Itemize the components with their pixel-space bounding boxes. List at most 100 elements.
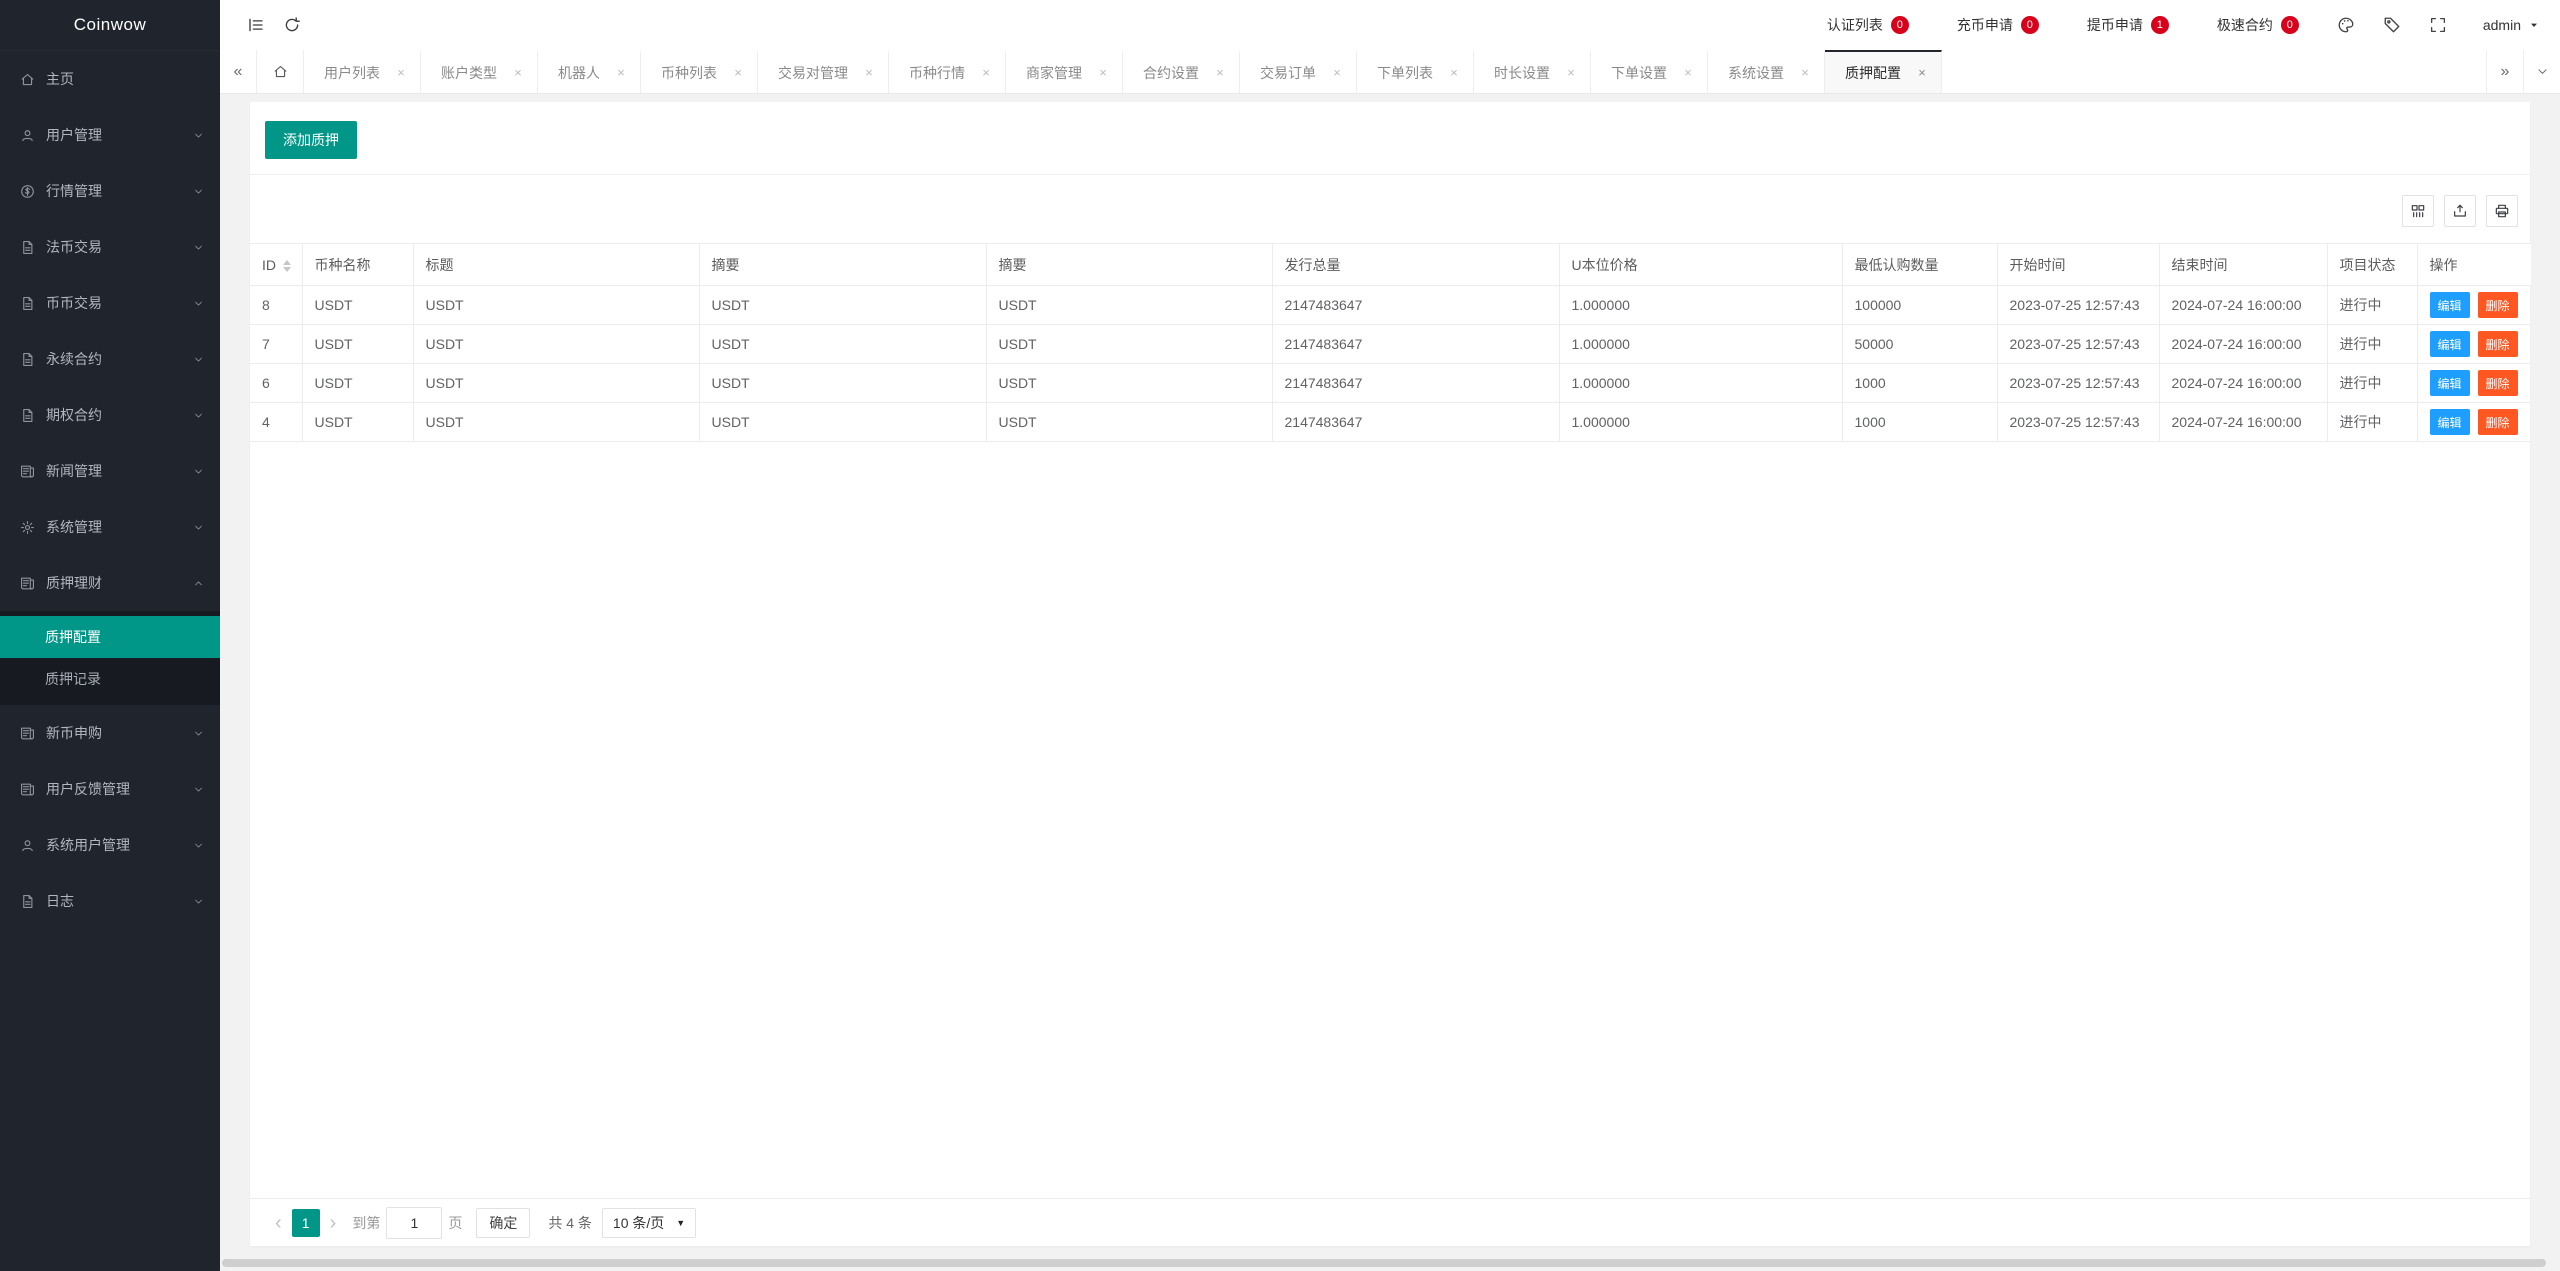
sidebar-item-11[interactable]: 用户反馈管理 xyxy=(0,761,220,817)
sidebar-subitem-0[interactable]: 质押配置 xyxy=(0,616,220,658)
prev-page-button[interactable]: ‹ xyxy=(265,1213,292,1233)
file-icon xyxy=(20,352,35,367)
sidebar-item-13[interactable]: 日志 xyxy=(0,873,220,929)
tag-icon[interactable] xyxy=(2369,0,2415,50)
sidebar-item-1[interactable]: 用户管理 xyxy=(0,107,220,163)
export-button[interactable] xyxy=(2444,195,2476,227)
collapse-menu-icon[interactable] xyxy=(238,0,274,50)
tab-label: 下单列表 xyxy=(1377,64,1433,81)
tabs-menu-button[interactable] xyxy=(2523,50,2560,93)
sidebar-subitem-1[interactable]: 质押记录 xyxy=(0,658,220,700)
sidebar-item-label: 永续合约 xyxy=(46,351,102,367)
cell-5: 2147483647 xyxy=(1271,363,1560,403)
sidebar-item-8[interactable]: 系统管理 xyxy=(0,499,220,555)
delete-button[interactable]: 删除 xyxy=(2477,370,2518,396)
chevron-down-icon xyxy=(193,298,204,309)
tab-6[interactable]: 商家管理 × xyxy=(1006,50,1123,93)
edit-button[interactable]: 编辑 xyxy=(2429,409,2470,435)
refresh-icon[interactable] xyxy=(274,0,310,50)
close-icon[interactable]: × xyxy=(1796,65,1814,80)
tab-7[interactable]: 合约设置 × xyxy=(1123,50,1240,93)
sort-icon[interactable] xyxy=(283,259,291,272)
delete-button[interactable]: 删除 xyxy=(2477,292,2518,318)
tab-5[interactable]: 币种行情 × xyxy=(889,50,1006,93)
close-icon[interactable]: × xyxy=(1679,65,1697,80)
sidebar-item-7[interactable]: 新闻管理 xyxy=(0,443,220,499)
tabs-scroll-right-button[interactable]: » xyxy=(2486,50,2523,93)
goto-confirm-button[interactable]: 确定 xyxy=(476,1207,531,1238)
sidebar-item-10[interactable]: 新币申购 xyxy=(0,705,220,761)
goto-page-input[interactable] xyxy=(386,1206,443,1239)
sidebar-item-12[interactable]: 系统用户管理 xyxy=(0,817,220,873)
close-icon[interactable]: × xyxy=(1094,65,1112,80)
cell-3: USDT xyxy=(698,363,987,403)
topbar-shortcut-0[interactable]: 认证列表 0 xyxy=(1803,0,1933,50)
close-icon[interactable]: × xyxy=(509,65,527,80)
close-icon[interactable]: × xyxy=(860,65,878,80)
tab-1[interactable]: 账户类型 × xyxy=(421,50,538,93)
close-icon[interactable]: × xyxy=(977,65,995,80)
page-size-select[interactable]: 10 条/页 ▼ xyxy=(601,1207,697,1238)
chevron-down-icon xyxy=(193,410,204,421)
current-page-button[interactable]: 1 xyxy=(291,1208,320,1237)
tab-2[interactable]: 机器人 × xyxy=(538,50,641,93)
sidebar-item-label: 新币申购 xyxy=(46,725,102,741)
delete-button[interactable]: 删除 xyxy=(2477,409,2518,435)
next-page-button[interactable]: › xyxy=(320,1213,347,1233)
tab-4[interactable]: 交易对管理 × xyxy=(758,50,889,93)
close-icon[interactable]: × xyxy=(1445,65,1463,80)
close-icon[interactable]: × xyxy=(392,65,410,80)
close-icon[interactable]: × xyxy=(729,65,747,80)
edit-button[interactable]: 编辑 xyxy=(2429,370,2470,396)
sidebar-item-6[interactable]: 期权合约 xyxy=(0,387,220,443)
chevron-up-icon xyxy=(193,578,204,589)
tab-label: 系统设置 xyxy=(1728,64,1784,81)
delete-button[interactable]: 删除 xyxy=(2477,331,2518,357)
tab-9[interactable]: 下单列表 × xyxy=(1357,50,1474,93)
tab-10[interactable]: 时长设置 × xyxy=(1474,50,1591,93)
close-icon[interactable]: × xyxy=(1562,65,1580,80)
cell-9: 2024-07-24 16:00:00 xyxy=(2158,324,2328,364)
horizontal-scrollbar[interactable] xyxy=(222,1259,2546,1267)
tab-0[interactable]: 用户列表 × xyxy=(304,50,421,93)
column-header-10: 项目状态 xyxy=(2326,243,2418,286)
topbar-shortcut-1[interactable]: 充币申请 0 xyxy=(1933,0,2063,50)
print-button[interactable] xyxy=(2486,195,2518,227)
column-header-label: 开始时间 xyxy=(2009,256,2066,273)
cell-3: USDT xyxy=(698,285,987,325)
topbar-shortcut-3[interactable]: 极速合约 0 xyxy=(2193,0,2323,50)
fullscreen-icon[interactable] xyxy=(2415,0,2461,50)
sidebar-item-9[interactable]: 质押理财 xyxy=(0,555,220,611)
tab-8[interactable]: 交易订单 × xyxy=(1240,50,1357,93)
edit-button[interactable]: 编辑 xyxy=(2429,292,2470,318)
edit-button[interactable]: 编辑 xyxy=(2429,331,2470,357)
cell-0: 4 xyxy=(250,402,303,442)
sidebar-item-0[interactable]: 主页 xyxy=(0,51,220,107)
tab-home[interactable] xyxy=(257,50,304,93)
tab-12[interactable]: 系统设置 × xyxy=(1708,50,1825,93)
columns-button[interactable] xyxy=(2402,195,2434,227)
close-icon[interactable]: × xyxy=(1913,65,1931,80)
sidebar-submenu: 质押配置 质押记录 xyxy=(0,611,220,705)
sidebar-item-4[interactable]: 币币交易 xyxy=(0,275,220,331)
cell-10: 进行中 xyxy=(2326,363,2418,403)
tab-3[interactable]: 币种列表 × xyxy=(641,50,758,93)
table-header-row: ID 币种名称 标题 摘要 摘要 发行总量 U本位价格 最低认购数量 开始时间 结束时间 项目状态 操… xyxy=(250,243,2531,286)
palette-icon[interactable] xyxy=(2323,0,2369,50)
close-icon[interactable]: × xyxy=(612,65,630,80)
add-pledge-button[interactable]: 添加质押 xyxy=(265,121,357,159)
user-menu[interactable]: admin xyxy=(2461,0,2560,50)
close-icon[interactable]: × xyxy=(1328,65,1346,80)
tab-13[interactable]: 质押配置 × xyxy=(1825,50,1942,93)
shortcut-label: 极速合约 xyxy=(2216,17,2273,33)
sidebar-item-3[interactable]: 法币交易 xyxy=(0,219,220,275)
topbar-shortcut-2[interactable]: 提币申请 1 xyxy=(2063,0,2193,50)
cell-8: 2023-07-25 12:57:43 xyxy=(1996,285,2160,325)
sidebar-item-2[interactable]: 行情管理 xyxy=(0,163,220,219)
tab-11[interactable]: 下单设置 × xyxy=(1591,50,1708,93)
sidebar-item-5[interactable]: 永续合约 xyxy=(0,331,220,387)
close-icon[interactable]: × xyxy=(1211,65,1229,80)
sidebar-item-label: 主页 xyxy=(46,71,74,87)
column-header-7: 最低认购数量 xyxy=(1841,243,1998,286)
tabs-scroll-left-button[interactable]: « xyxy=(220,50,257,93)
